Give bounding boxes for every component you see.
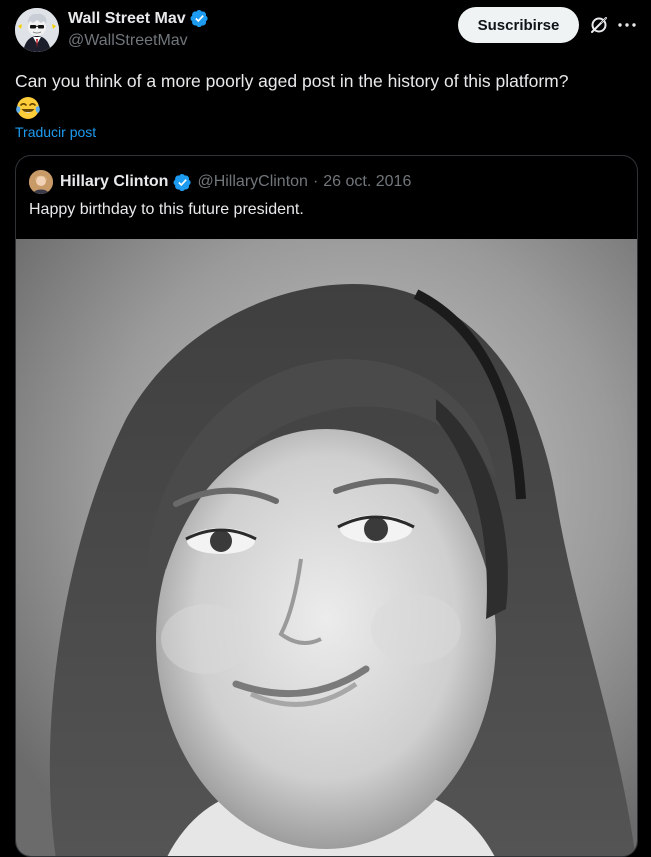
quoted-post-card[interactable]: Hillary Clinton @HillaryClinton · 26 oct… <box>15 155 638 857</box>
author-avatar[interactable] <box>15 8 59 52</box>
quoted-post-text: Happy birthday to this future president. <box>29 201 304 218</box>
author-display-name[interactable]: Wall Street Mav <box>68 10 186 28</box>
quoted-author-avatar[interactable] <box>29 170 53 194</box>
quoted-author-handle[interactable]: @HillaryClinton <box>197 173 308 191</box>
subscribe-button[interactable]: Suscribirse <box>458 7 579 43</box>
dot-separator: · <box>312 173 319 190</box>
author-name-row[interactable]: Wall Street Mav <box>68 9 209 28</box>
quoted-verified-badge-icon <box>173 173 192 192</box>
post-body-text: Can you think of a more poorly aged post… <box>15 71 569 91</box>
grok-icon[interactable] <box>587 13 611 37</box>
post-text: Can you think of a more poorly aged post… <box>15 68 640 121</box>
wall-street-mav-avatar-image <box>15 8 59 52</box>
quoted-post-photo[interactable] <box>16 239 637 856</box>
post-header: Wall Street Mav @WallStreetMav Suscribir… <box>0 0 651 60</box>
quoted-author-name[interactable]: Hillary Clinton <box>60 173 168 191</box>
face-with-tears-of-joy-emoji <box>15 95 41 121</box>
quoted-post-date[interactable]: 26 oct. 2016 <box>323 173 411 191</box>
quoted-post-header: Hillary Clinton @HillaryClinton · 26 oct… <box>29 170 411 194</box>
black-and-white-portrait-image <box>16 239 637 856</box>
author-handle[interactable]: @WallStreetMav <box>68 32 188 50</box>
translate-post-link[interactable]: Traducir post <box>15 124 96 140</box>
verified-badge-icon <box>190 9 209 28</box>
more-horizontal-icon[interactable] <box>615 13 639 37</box>
